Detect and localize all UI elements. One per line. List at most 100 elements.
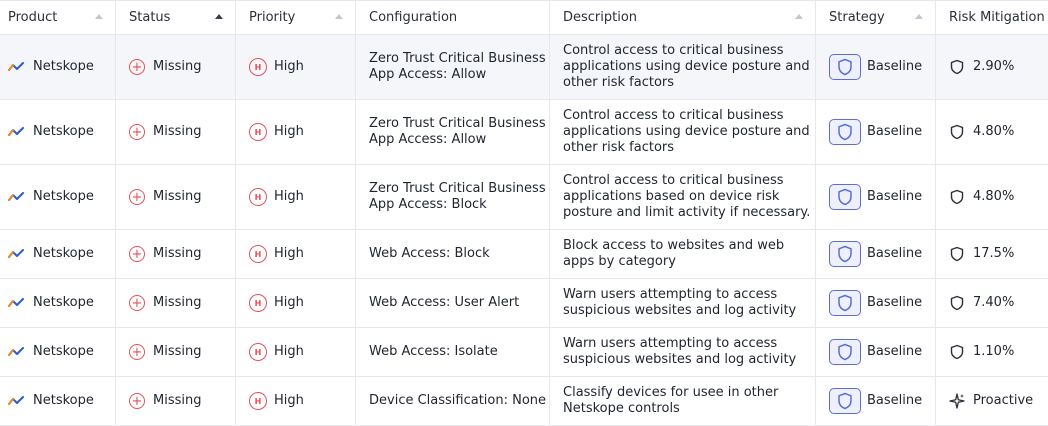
shield-icon-glyph	[838, 392, 852, 410]
column-header-risk-mitigation[interactable]: Risk Mitigation	[936, 1, 1048, 34]
plus-circle-icon: +	[129, 59, 145, 75]
priority-text: High	[274, 246, 304, 261]
description-text: Classify devices for usee in other Netsk…	[563, 385, 779, 416]
plus-circle-icon: +	[129, 393, 145, 409]
netskope-logo-icon	[8, 249, 24, 258]
shield-icon-glyph	[838, 58, 852, 76]
column-header-strategy[interactable]: Strategy	[816, 1, 936, 34]
shield-icon[interactable]	[829, 54, 861, 80]
description-text: Control access to critical business appl…	[563, 108, 810, 155]
column-header-status[interactable]: Status	[116, 1, 236, 34]
risk-mitigation-value: 1.10%	[973, 344, 1015, 359]
column-header-label: Strategy	[829, 10, 885, 25]
policy-table: Product Status Priority Configuration De…	[0, 0, 1048, 426]
risk-mitigation-cell: 7.40%	[936, 279, 1048, 327]
description-text: Control access to critical business appl…	[563, 173, 811, 220]
shield-outline-icon	[950, 124, 964, 140]
shield-icon[interactable]	[829, 241, 861, 267]
netskope-logo-icon	[8, 347, 24, 356]
sort-icon[interactable]	[915, 14, 923, 19]
sort-icon[interactable]	[795, 14, 803, 19]
priority-cell: H High	[236, 377, 356, 425]
column-header-priority[interactable]: Priority	[236, 1, 356, 34]
status-cell: + Missing	[116, 279, 236, 327]
description-cell: Classify devices for usee in other Netsk…	[550, 377, 816, 425]
risk-mitigation-cell: 17.5%	[936, 230, 1048, 278]
priority-cell: H High	[236, 100, 356, 164]
shield-icon-glyph	[838, 123, 852, 141]
shield-outline-icon	[950, 344, 964, 360]
risk-mitigation-cell: 4.80%	[936, 100, 1048, 164]
netskope-logo-icon	[8, 396, 24, 405]
sort-ascending-icon[interactable]	[215, 14, 223, 19]
column-header-label: Description	[563, 10, 638, 25]
product-cell: Netskope	[0, 279, 116, 327]
strategy-text: Baseline	[867, 124, 923, 139]
product-cell: Netskope	[0, 165, 116, 229]
priority-cell: H High	[236, 279, 356, 327]
priority-badge-icon: H	[249, 245, 267, 263]
strategy-cell: Baseline	[816, 279, 936, 327]
shield-icon[interactable]	[829, 184, 861, 210]
priority-text: High	[274, 124, 304, 139]
status-text: Missing	[153, 246, 202, 261]
product-name: Netskope	[33, 124, 94, 139]
table-row[interactable]: Netskope + Missing H High Zero Trust Cri…	[0, 165, 1048, 230]
risk-mitigation-value: 4.80%	[973, 189, 1015, 204]
table-row[interactable]: Netskope + Missing H High Web Access: Is…	[0, 328, 1048, 377]
configuration-text: Zero Trust Critical Business App Access:…	[369, 51, 546, 82]
table-row[interactable]: Netskope + Missing H High Web Access: Us…	[0, 279, 1048, 328]
table-header: Product Status Priority Configuration De…	[0, 0, 1048, 35]
strategy-cell: Baseline	[816, 377, 936, 425]
configuration-cell: Web Access: Block	[356, 230, 550, 278]
table-row[interactable]: Netskope + Missing H High Zero Trust Cri…	[0, 35, 1048, 100]
column-header-description[interactable]: Description	[550, 1, 816, 34]
configuration-text: Device Classification: None	[369, 393, 547, 408]
table-row[interactable]: Netskope + Missing H High Web Access: Bl…	[0, 230, 1048, 279]
priority-badge-icon: H	[249, 294, 267, 312]
priority-text: High	[274, 295, 304, 310]
strategy-text: Baseline	[867, 246, 923, 261]
shield-icon[interactable]	[829, 290, 861, 316]
shield-outline-icon	[950, 295, 964, 311]
configuration-cell: Zero Trust Critical Business App Access:…	[356, 35, 550, 99]
description-text: Warn users attempting to access suspicio…	[563, 287, 797, 318]
description-cell: Block access to websites and web apps by…	[550, 230, 816, 278]
shield-icon[interactable]	[829, 388, 861, 414]
sort-icon[interactable]	[95, 14, 103, 19]
sparkle-icon	[949, 393, 965, 409]
risk-mitigation-cell: 4.80%	[936, 165, 1048, 229]
sort-icon[interactable]	[335, 14, 343, 19]
configuration-cell: Zero Trust Critical Business App Access:…	[356, 165, 550, 229]
configuration-text: Web Access: User Alert	[369, 295, 520, 310]
description-cell: Warn users attempting to access suspicio…	[550, 279, 816, 327]
column-header-product[interactable]: Product	[0, 1, 116, 34]
strategy-cell: Baseline	[816, 35, 936, 99]
status-text: Missing	[153, 295, 202, 310]
risk-mitigation-cell: 1.10%	[936, 328, 1048, 376]
product-cell: Netskope	[0, 230, 116, 278]
description-cell: Control access to critical business appl…	[550, 35, 816, 99]
table-row[interactable]: Netskope + Missing H High Zero Trust Cri…	[0, 100, 1048, 165]
plus-circle-icon: +	[129, 246, 145, 262]
product-cell: Netskope	[0, 35, 116, 99]
table-row[interactable]: Netskope + Missing H High Device Classif…	[0, 377, 1048, 426]
priority-text: High	[274, 189, 304, 204]
priority-cell: H High	[236, 165, 356, 229]
product-name: Netskope	[33, 246, 94, 261]
shield-icon[interactable]	[829, 119, 861, 145]
strategy-cell: Baseline	[816, 100, 936, 164]
configuration-text: Zero Trust Critical Business App Access:…	[369, 116, 546, 147]
column-header-configuration[interactable]: Configuration	[356, 1, 550, 34]
priority-badge-icon: H	[249, 392, 267, 410]
risk-mitigation-value: 17.5%	[973, 246, 1015, 261]
netskope-logo-icon	[8, 62, 24, 71]
strategy-text: Baseline	[867, 344, 923, 359]
shield-icon[interactable]	[829, 339, 861, 365]
product-name: Netskope	[33, 59, 94, 74]
status-cell: + Missing	[116, 328, 236, 376]
strategy-cell: Baseline	[816, 165, 936, 229]
description-text: Warn users attempting to access suspicio…	[563, 336, 797, 367]
strategy-text: Baseline	[867, 393, 923, 408]
risk-mitigation-value: 4.80%	[973, 124, 1015, 139]
